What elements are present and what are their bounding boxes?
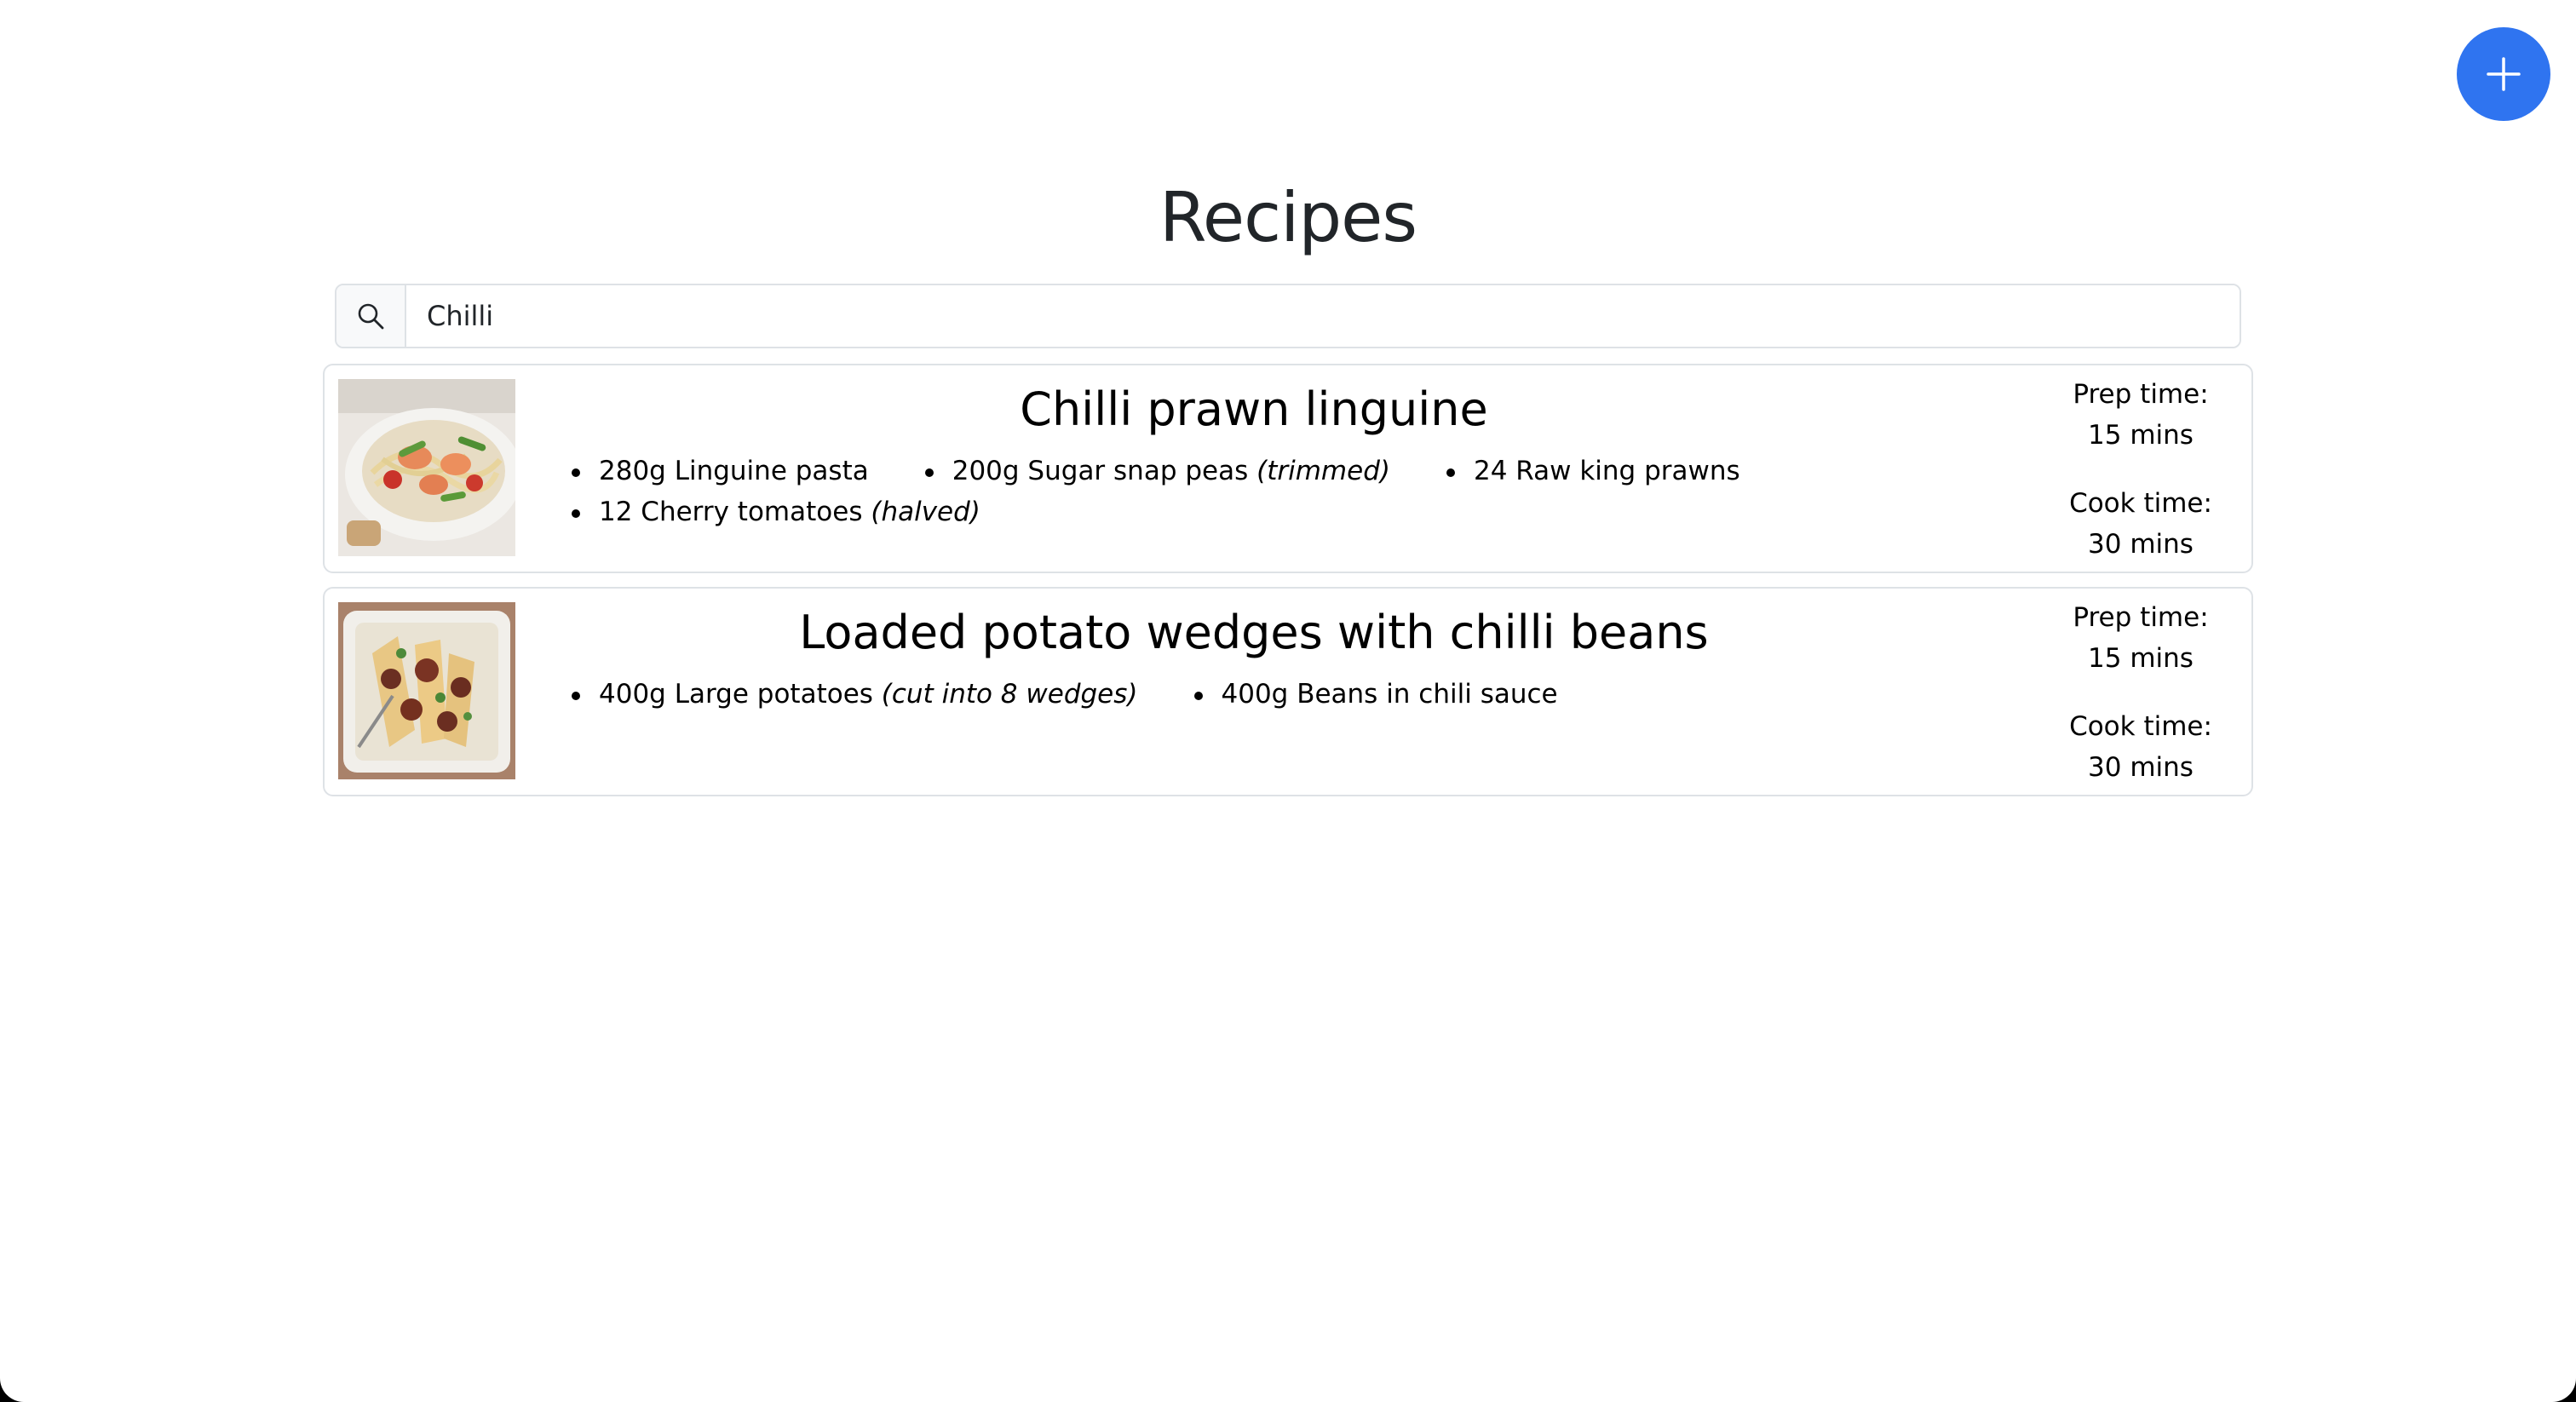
cook-time-label: Cook time: [2069, 488, 2212, 519]
prep-time-value: 15 mins [2088, 643, 2194, 674]
recipe-image [338, 379, 515, 556]
prep-time-label: Prep time: [2073, 602, 2209, 633]
ingredient-item: 12 Cherry tomatoes (halved) [572, 491, 980, 532]
add-recipe-button[interactable] [2457, 27, 2550, 121]
cook-time-label: Cook time: [2069, 711, 2212, 742]
recipe-image [338, 602, 515, 779]
ingredient-list: 280g Linguine pasta 200g Sugar snap peas… [572, 451, 1849, 532]
ingredient-item: 280g Linguine pasta [572, 451, 869, 491]
ingredient-list: 400g Large potatoes (cut into 8 wedges) … [572, 674, 1849, 715]
prep-time-value: 15 mins [2088, 420, 2194, 451]
search-bar [335, 284, 2241, 348]
recipe-name: Loaded potato wedges with chilli beans [799, 606, 1709, 659]
recipe-card[interactable]: Chilli prawn linguine 280g Linguine past… [323, 364, 2253, 573]
recipe-times: Prep time: 15 mins Cook time: 30 mins [2038, 597, 2243, 788]
recipe-name: Chilli prawn linguine [1020, 382, 1488, 436]
prep-time-label: Prep time: [2073, 379, 2209, 410]
ingredient-item: 400g Beans in chili sauce [1193, 674, 1558, 715]
plus-icon [2487, 57, 2521, 91]
search-input[interactable] [406, 285, 2240, 347]
cook-time-value: 30 mins [2088, 529, 2194, 560]
recipe-card[interactable]: Loaded potato wedges with chilli beans 4… [323, 587, 2253, 796]
ingredient-item: 400g Large potatoes (cut into 8 wedges) [572, 674, 1138, 715]
app-window: Recipes Chilli Chilli prawn linguine 280… [0, 0, 2576, 1402]
page-title: Recipes [1159, 178, 1417, 257]
search-icon-addon [336, 285, 406, 347]
recipe-times: Prep time: 15 mins Cook time: 30 mins [2038, 374, 2243, 565]
cook-time-value: 30 mins [2088, 752, 2194, 783]
ingredient-item: 24 Raw king prawns [1446, 451, 1740, 491]
ingredient-item: 200g Sugar snap peas (trimmed) [924, 451, 1390, 491]
search-icon [358, 303, 384, 330]
